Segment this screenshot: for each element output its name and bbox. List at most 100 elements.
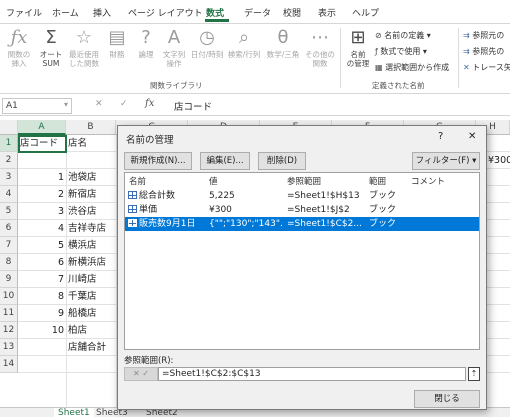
ribbon: ƒx 関数の 挿入 Σ オート SUM ☆ 最近使用 した関数 ▤ 財務 ? 論…	[0, 24, 510, 94]
row-header[interactable]: 6	[0, 220, 18, 237]
cell-b[interactable]	[68, 152, 116, 169]
row-header[interactable]: 10	[0, 288, 18, 305]
cell-a[interactable]: 7	[18, 271, 64, 288]
row-header[interactable]: 13	[0, 339, 18, 356]
tab-insert[interactable]: 挿入	[93, 6, 111, 19]
cell-a[interactable]: 5	[18, 237, 64, 254]
row-header[interactable]: 2	[0, 152, 18, 169]
cell-b[interactable]: 渋谷店	[68, 203, 116, 220]
cell-a[interactable]: 1	[18, 169, 64, 186]
help-button[interactable]: ?	[438, 131, 443, 142]
column-header-refers-to[interactable]: 参照範囲	[287, 175, 321, 187]
define-name-button[interactable]: ⊘ 名前の定義 ▾	[375, 30, 431, 41]
tab-formulas[interactable]: 数式	[206, 6, 224, 19]
row-header[interactable]: 9	[0, 271, 18, 288]
tab-data[interactable]: データ	[244, 6, 271, 19]
collapse-dialog-button[interactable]: ⇡	[468, 367, 480, 381]
lookup-button[interactable]: ⌕ 検索/行列	[226, 28, 262, 60]
namebox-dropdown-icon[interactable]: ▾	[64, 100, 68, 109]
cell-a[interactable]: 10	[18, 322, 64, 339]
cell-a[interactable]: 8	[18, 288, 64, 305]
row-header[interactable]: 7	[0, 237, 18, 254]
refers-to-input[interactable]: =Sheet1!$C$2:$C$13	[158, 367, 466, 381]
column-header-scope[interactable]: 範囲	[369, 175, 386, 187]
tab-help[interactable]: ヘルプ	[352, 6, 379, 19]
formula-content[interactable]: 店コード	[174, 99, 212, 113]
select-all-corner[interactable]	[0, 120, 18, 135]
financial-button[interactable]: ▤ 財務	[104, 28, 130, 60]
row-header[interactable]: 8	[0, 254, 18, 271]
sheet-tab-sheet1[interactable]: Sheet1	[54, 408, 94, 417]
math-button[interactable]: θ 数学/三角	[265, 28, 301, 60]
cell-a[interactable]: 4	[18, 220, 64, 237]
trace-dependents-button[interactable]: ⇉ 参照先の	[463, 46, 504, 57]
row-header[interactable]: 11	[0, 305, 18, 322]
tab-review[interactable]: 校閲	[283, 6, 301, 19]
name-box[interactable]: A1	[2, 98, 72, 114]
refers-to-edit-buttons: ✕ ✓	[124, 367, 158, 381]
cell-price[interactable]: ¥300	[488, 152, 510, 169]
cell-b[interactable]: 新横浜店	[68, 254, 116, 271]
cancel-icon[interactable]: ✕	[95, 99, 103, 109]
remove-arrows-button[interactable]: ✕ トレース矢	[463, 62, 510, 73]
cell-b[interactable]: 吉祥寺店	[68, 220, 116, 237]
column-header-comment[interactable]: コメント	[411, 175, 445, 187]
row-header[interactable]: 14	[0, 356, 18, 373]
row-header[interactable]: 12	[0, 322, 18, 339]
cell-a[interactable]	[20, 339, 66, 356]
enter-icon[interactable]: ✓	[120, 99, 128, 109]
column-header-name[interactable]: 名前	[129, 175, 146, 187]
create-from-selection-button[interactable]: ▦ 選択範囲から作成	[375, 62, 449, 73]
edit-name-button[interactable]: 編集(E)...	[200, 152, 250, 170]
filter-button[interactable]: フィルター(F) ▾	[412, 152, 480, 170]
cell-a[interactable]	[20, 356, 66, 373]
cell-b[interactable]: 新宿店	[68, 186, 116, 203]
cell-a[interactable]: 2	[18, 186, 64, 203]
name-row[interactable]: 単価 ¥300 =Sheet1!$J$2 ブック	[125, 203, 479, 217]
cell-b[interactable]	[68, 356, 116, 373]
column-header-value[interactable]: 値	[209, 175, 218, 187]
cell-a[interactable]: 3	[18, 203, 64, 220]
names-list[interactable]: 名前 値 参照範囲 範囲 コメント 総合計数 5,225 =Sheet1!$H$…	[124, 172, 480, 350]
tab-file[interactable]: ファイル	[6, 6, 42, 19]
row-header[interactable]: 4	[0, 186, 18, 203]
cell-b[interactable]: 船橋店	[68, 305, 116, 322]
cell-a[interactable]: 9	[18, 305, 64, 322]
cell-b[interactable]: 川崎店	[68, 271, 116, 288]
datetime-button[interactable]: ◷ 日付/時刻	[190, 28, 224, 60]
logical-button[interactable]: ? 論理	[133, 28, 159, 60]
more-functions-button[interactable]: ⋯ その他の 関数	[304, 28, 336, 69]
close-icon[interactable]: ✕	[468, 131, 476, 142]
insert-function-button[interactable]: ƒx 関数の 挿入	[4, 28, 34, 69]
use-in-formula-button[interactable]: ƒ 数式で使用 ▾	[375, 46, 427, 57]
column-header-b[interactable]: B	[66, 120, 116, 135]
text-button[interactable]: A 文字列 操作	[161, 28, 187, 69]
recent-functions-button[interactable]: ☆ 最近使用 した関数	[67, 28, 101, 69]
trace-precedents-button[interactable]: ⇉ 参照元の	[463, 30, 504, 41]
cell-b[interactable]: 池袋店	[68, 169, 116, 186]
tab-home[interactable]: ホーム	[52, 6, 79, 19]
cell-b[interactable]: 柏店	[68, 322, 116, 339]
cell-a[interactable]: 6	[18, 254, 64, 271]
close-button[interactable]: 閉じる	[414, 390, 480, 408]
cell-a[interactable]	[20, 152, 66, 169]
row-header[interactable]: 5	[0, 203, 18, 220]
cell-b[interactable]: 千葉店	[68, 288, 116, 305]
row-header[interactable]: 1	[0, 135, 18, 152]
check-icon[interactable]: ✓	[142, 369, 149, 378]
fx-icon[interactable]: fx	[145, 98, 154, 109]
cell-b[interactable]: 店舗合計	[68, 339, 116, 356]
cancel-icon[interactable]: ✕	[133, 369, 140, 378]
column-header-a[interactable]: A	[18, 120, 66, 135]
tab-view[interactable]: 表示	[318, 6, 336, 19]
delete-name-button[interactable]: 削除(D)	[258, 152, 306, 170]
name-row[interactable]: 総合計数 5,225 =Sheet1!$H$13 ブック	[125, 189, 479, 203]
new-name-button[interactable]: 新規作成(N)...	[124, 152, 192, 170]
name-manager-button[interactable]: ⊞ 名前 の管理	[344, 28, 372, 69]
row-header[interactable]: 3	[0, 169, 18, 186]
cell-b[interactable]: 店名	[68, 135, 116, 152]
cell-b[interactable]: 横浜店	[68, 237, 116, 254]
autosum-button[interactable]: Σ オート SUM	[36, 28, 66, 69]
name-row-selected[interactable]: 販売数9月1日 {"";"130";"143"... =Sheet1!$C$2.…	[125, 217, 479, 231]
tab-page-layout[interactable]: ページ レイアウト	[128, 6, 203, 19]
